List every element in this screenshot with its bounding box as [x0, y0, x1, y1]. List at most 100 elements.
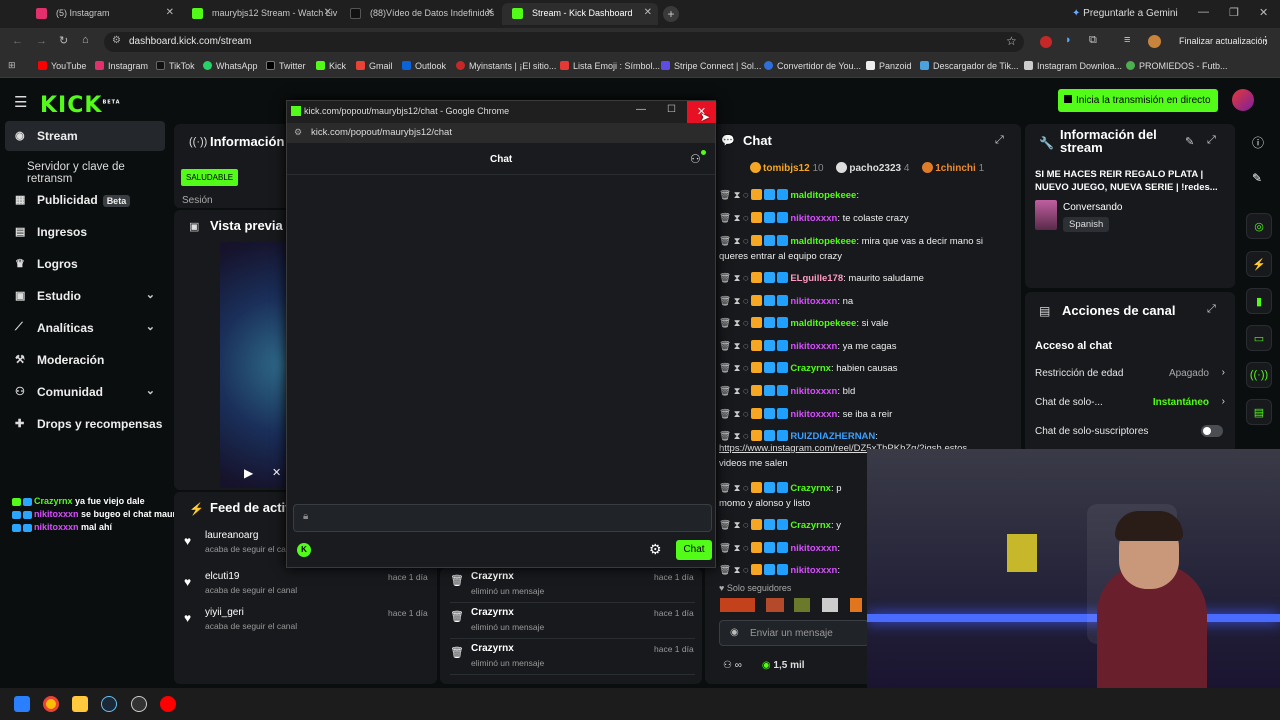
windows-start-icon[interactable] — [14, 696, 30, 712]
steam-icon[interactable] — [101, 696, 117, 712]
timeout-icon[interactable]: ⧗ — [734, 296, 741, 307]
leader-entry[interactable]: tomibjs12 10 — [750, 162, 824, 174]
chat-username[interactable]: malditopekeee — [790, 236, 856, 247]
ban-icon[interactable]: ◌ — [743, 363, 749, 374]
kick-emote-icon[interactable]: K — [297, 543, 311, 557]
quick-action-button[interactable]: ◎ — [1246, 213, 1272, 239]
sidebar-item-revenue[interactable]: ▤ Ingresos — [5, 217, 165, 247]
follower-name[interactable]: elcuti19 — [205, 571, 239, 582]
forward-icon[interactable]: → — [36, 35, 47, 47]
chat-username[interactable]: nikitoxxxn — [790, 409, 837, 420]
delete-icon[interactable]: 🗑︎ — [719, 409, 731, 420]
delete-icon[interactable]: 🗑︎ — [719, 565, 731, 576]
timeout-icon[interactable]: ⧗ — [734, 543, 741, 554]
timeout-icon[interactable]: ⧗ — [734, 236, 741, 247]
menu-dots-icon[interactable]: ⋮ — [1260, 34, 1271, 47]
sidebar-item-ads[interactable]: ▦ Publicidad Beta — [5, 185, 165, 215]
ban-icon[interactable]: ◌ — [743, 190, 749, 201]
close-tab-icon[interactable]: ✕ — [166, 7, 174, 18]
emote[interactable] — [822, 598, 838, 612]
emoji-icon[interactable]: ◉ — [730, 627, 739, 638]
tab-kick-dashboard[interactable]: Stream - Kick Dashboard ✕ — [502, 3, 658, 25]
obs-icon[interactable] — [131, 696, 147, 712]
extension-icon[interactable] — [1040, 36, 1052, 48]
follower-name[interactable]: yiyii_geri — [205, 607, 244, 618]
chat-username[interactable]: nikitoxxxn — [790, 565, 837, 576]
sidebar-item-achievements[interactable]: ♛ Logros — [5, 249, 165, 279]
delete-icon[interactable]: 🗑︎ — [719, 520, 731, 531]
ban-icon[interactable]: ◌ — [743, 386, 749, 397]
delete-icon[interactable]: 🗑︎ — [719, 341, 731, 352]
ban-icon[interactable]: ◌ — [743, 543, 749, 554]
bookmark-kick[interactable]: Kick — [316, 61, 346, 71]
users-icon[interactable]: ⚇ — [690, 152, 701, 166]
sidebar-item-community[interactable]: ⚇ Comunidad ⌄ — [5, 377, 165, 407]
chat-username[interactable]: Crazyrnx — [790, 363, 831, 374]
home-icon[interactable]: ⌂ — [82, 34, 89, 46]
emote[interactable] — [850, 598, 862, 612]
edit-icon[interactable]: ✎ — [1252, 171, 1262, 185]
delete-icon[interactable]: 🗑︎ — [719, 386, 731, 397]
popout-icon[interactable]: ⤢ — [995, 134, 1004, 147]
url-bar[interactable]: ⚙ dashboard.kick.com/stream ☆ — [104, 32, 1024, 52]
quick-action-button[interactable]: ▮ — [1246, 288, 1272, 314]
bookmark-tiktok[interactable]: TikTok — [156, 61, 195, 71]
ban-icon[interactable]: ◌ — [743, 236, 749, 247]
timeout-icon[interactable]: ⧗ — [734, 409, 741, 420]
bookmark-instagram[interactable]: Instagram — [95, 61, 148, 71]
ban-icon[interactable]: ◌ — [743, 409, 749, 420]
timeout-icon[interactable]: ⧗ — [734, 318, 741, 329]
site-info-icon[interactable]: ⚙ — [294, 127, 302, 138]
chrome-icon[interactable] — [43, 696, 59, 712]
bookmark-converter[interactable]: Convertidor de You... — [764, 61, 861, 71]
sidebar-item-moderation[interactable]: ⚒ Moderación — [5, 345, 165, 375]
ban-icon[interactable]: ◌ — [743, 483, 749, 494]
edit-pencil-icon[interactable]: ✎ — [1185, 135, 1194, 148]
minimize-button[interactable]: — — [1198, 6, 1209, 18]
profile-avatar[interactable] — [1148, 35, 1161, 48]
timeout-icon[interactable]: ⧗ — [734, 483, 741, 494]
delete-icon[interactable]: 🗑︎ — [719, 190, 731, 201]
chat-username[interactable]: nikitoxxxn — [790, 296, 837, 307]
youtube-music-icon[interactable] — [160, 696, 176, 712]
bookmark-promiedos[interactable]: PROMIEDOS - Futb... — [1126, 61, 1228, 71]
quick-action-button[interactable]: ▭ — [1246, 325, 1272, 351]
gemini-button[interactable]: ✦ Preguntarle a Gemini — [1072, 8, 1178, 19]
start-stream-button[interactable]: Inicia la transmisión en directo — [1058, 89, 1218, 112]
bookmark-myinstants[interactable]: Myinstants | ¡El sitio... — [456, 61, 556, 71]
timeout-icon[interactable]: ⧗ — [734, 341, 741, 352]
info-icon[interactable]: ⓘ — [1252, 134, 1264, 151]
chat-username[interactable]: nikitoxxxn — [790, 341, 837, 352]
bookmark-tiktok-downloader[interactable]: Descargador de Tik... — [920, 61, 1019, 71]
file-explorer-icon[interactable] — [72, 696, 88, 712]
chat-username[interactable]: Crazyrnx — [790, 483, 831, 494]
delete-icon[interactable]: 🗑︎ — [719, 273, 731, 284]
close-tab-icon[interactable]: ✕ — [486, 7, 494, 18]
close-tab-icon[interactable]: ✕ — [324, 7, 332, 18]
apps-grid-icon[interactable]: ⊞ — [8, 60, 16, 71]
delete-icon[interactable]: 🗑︎ — [719, 543, 731, 554]
chat-input[interactable]: ◉ Enviar un mensaje — [719, 620, 869, 646]
timeout-icon[interactable]: ⧗ — [734, 190, 741, 201]
ban-icon[interactable]: ◌ — [743, 296, 749, 307]
chat-username[interactable]: malditopekeee — [790, 190, 856, 201]
delete-icon[interactable]: 🗑︎ — [719, 318, 731, 329]
tab-kick-watch[interactable]: maurybjs12 Stream - Watch Liv ✕ — [182, 3, 338, 25]
back-icon[interactable]: ← — [12, 35, 23, 47]
chat-username[interactable]: malditopekeee — [790, 318, 856, 329]
tab-instagram[interactable]: (5) Instagram ✕ — [26, 3, 180, 25]
followers-only-row[interactable]: Chat de solo-... Instantáneo › — [1035, 396, 1225, 415]
ban-icon[interactable]: ◌ — [743, 520, 749, 531]
moderated-user[interactable]: Crazyrnx — [471, 607, 514, 618]
emote[interactable] — [766, 598, 784, 612]
reload-icon[interactable]: ↻ — [59, 34, 68, 47]
bookmark-whatsapp[interactable]: WhatsApp — [203, 61, 258, 71]
url-text[interactable]: dashboard.kick.com/stream — [129, 36, 251, 47]
chat-username[interactable]: nikitoxxxn — [790, 386, 837, 397]
mute-icon[interactable]: ✕ — [272, 466, 281, 479]
sidebar-item-drops[interactable]: ✚ Drops y recompensas — [5, 409, 165, 439]
quick-action-button[interactable]: ((·)) — [1246, 362, 1272, 388]
bookmark-stripe[interactable]: Stripe Connect | Sol... — [661, 61, 761, 71]
play-icon[interactable]: ▶ — [244, 466, 253, 480]
sidebar-item-server-key[interactable]: Servidor y clave de retransm — [5, 153, 165, 185]
